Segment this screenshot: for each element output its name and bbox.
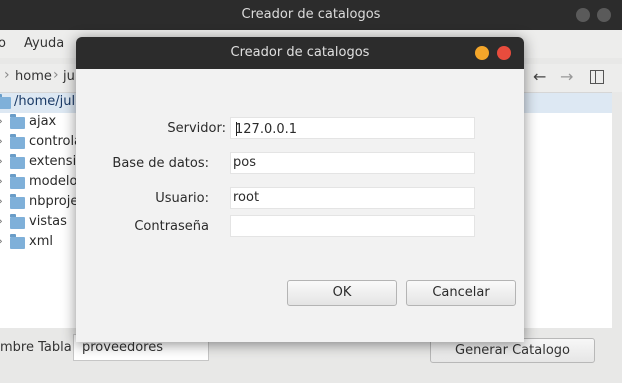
tree-item-label: vistas [29,214,67,229]
minimize-icon[interactable] [576,8,590,22]
folder-icon [10,214,25,229]
database-input[interactable]: pos [230,152,475,174]
connection-dialog: Creador de catalogos Servidor: 127.0.0.1… [76,37,524,342]
chevron-right-icon[interactable]: › [0,114,3,128]
tree-item-label: modelo [29,174,78,189]
server-value: 127.0.0.1 [235,122,298,137]
dialog-title: Creador de catalogos [230,45,370,60]
main-window-title: Creador de catalogos [241,7,381,22]
password-input[interactable] [230,215,475,237]
user-label: Usuario: [155,191,209,206]
folder-icon [10,174,25,189]
home-folder-icon [0,94,11,109]
dialog-titlebar[interactable]: Creador de catalogos [76,37,524,69]
tree-item-label: nbproje [29,194,79,209]
close-icon[interactable] [497,46,511,60]
chevron-right-icon[interactable]: › [0,174,3,188]
folder-icon [10,194,25,209]
menu-item-help[interactable]: Ayuda [24,36,64,51]
user-input[interactable]: root [230,187,475,209]
main-titlebar: Creador de catalogos [0,0,622,30]
server-label: Servidor: [167,121,226,136]
folder-icon [10,134,25,149]
chevron-right-icon[interactable]: › [0,234,3,248]
cancel-button[interactable]: Cancelar [406,280,516,306]
chevron-right-icon: › [53,67,59,83]
chevron-right-icon: › [4,67,10,83]
text-caret [236,122,237,136]
table-name-value: proveedores [82,340,163,355]
folder-icon [10,114,25,129]
sidebar-toggle-icon[interactable] [590,70,604,84]
chevron-right-icon[interactable]: › [0,134,3,148]
chevron-right-icon[interactable]: › [0,154,3,168]
minimize-icon[interactable] [475,46,489,60]
database-label: Base de datos: [112,156,209,171]
user-value: root [233,190,260,205]
folder-icon [10,154,25,169]
forward-arrow-icon[interactable]: → [560,67,573,86]
database-value: pos [233,155,256,170]
password-label: Contraseña [134,219,209,234]
chevron-right-icon[interactable]: › [0,214,3,228]
breadcrumb-home[interactable]: home [15,69,52,84]
folder-icon [10,234,25,249]
tree-item-label: controla [29,134,83,149]
ok-button[interactable]: OK [287,280,397,306]
chevron-right-icon[interactable]: › [0,194,3,208]
maximize-icon[interactable] [597,8,611,22]
tree-item-label: ajax [29,114,57,129]
back-arrow-icon[interactable]: ← [533,67,546,86]
table-name-label: mbre Tabla: [0,340,77,355]
tree-item-label: xml [29,234,53,249]
server-input[interactable]: 127.0.0.1 [230,117,475,139]
menu-item-file[interactable]: o [0,36,6,51]
